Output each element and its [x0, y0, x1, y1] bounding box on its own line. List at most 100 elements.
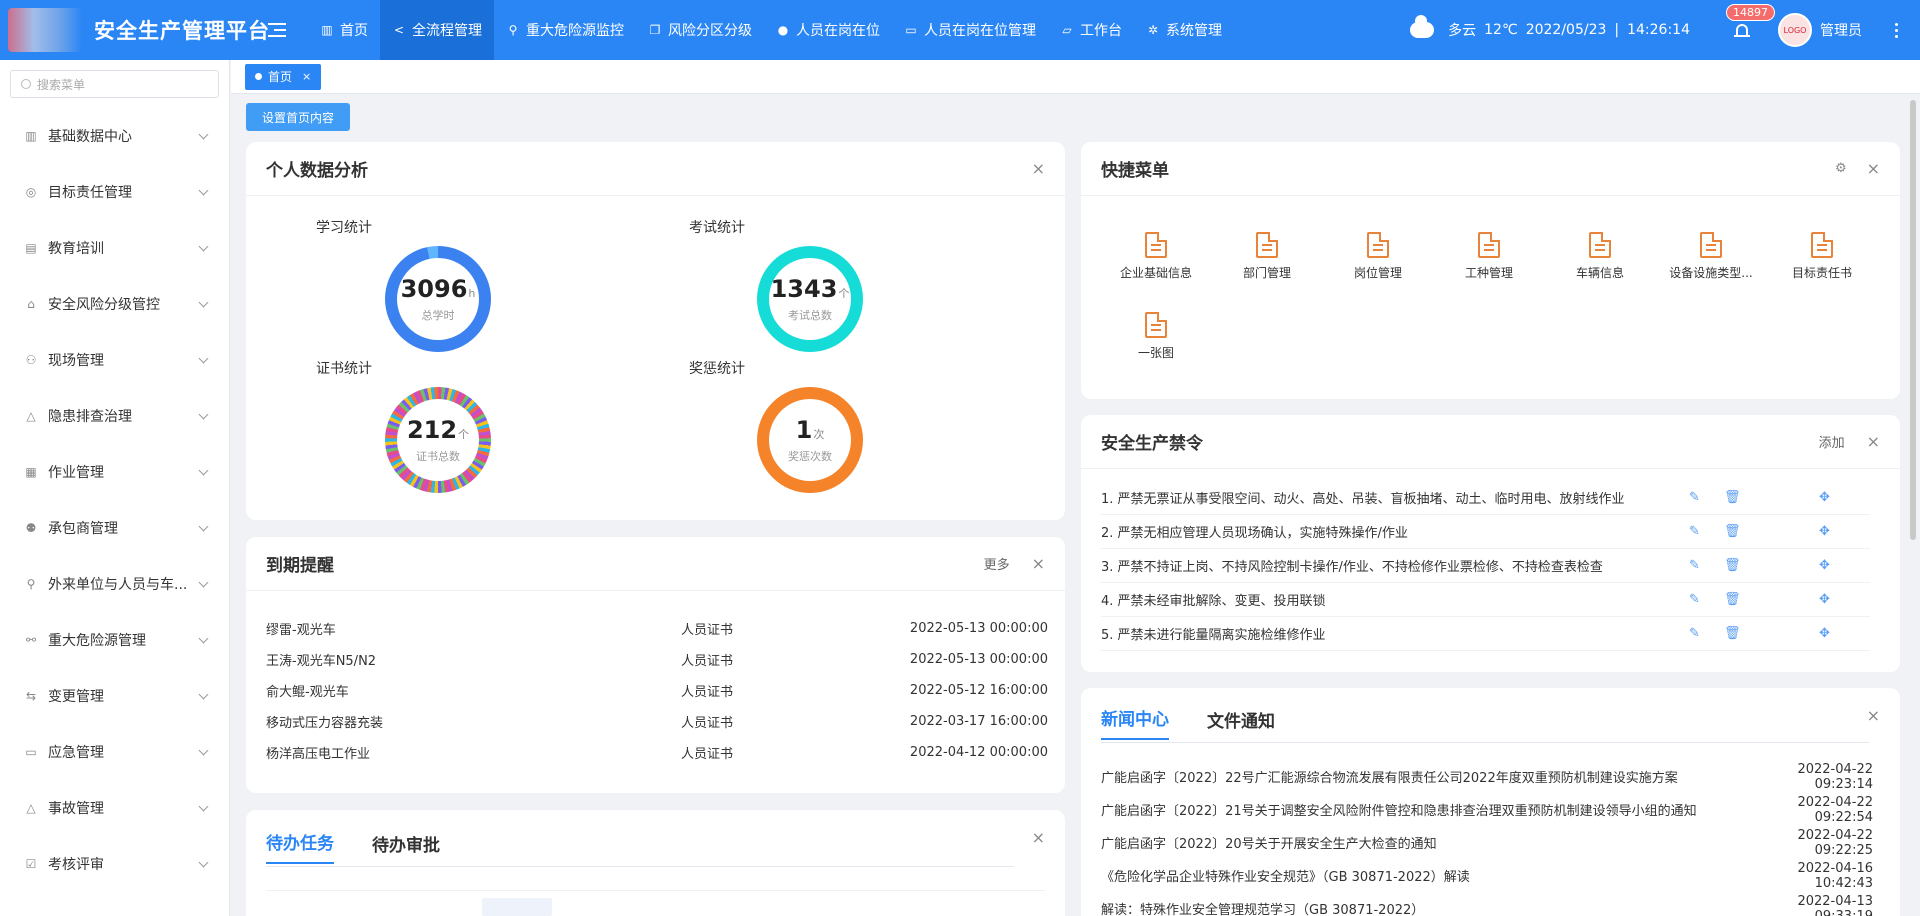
- edit-icon[interactable]: ✎: [1689, 558, 1703, 573]
- sidebar-item-site[interactable]: ⚇ 现场管理: [0, 332, 229, 388]
- user-name[interactable]: 管理员: [1820, 20, 1862, 40]
- page-scrollbar[interactable]: [1910, 100, 1916, 540]
- nav-process[interactable]: < 全流程管理: [380, 0, 494, 60]
- close-icon[interactable]: ×: [1032, 828, 1045, 847]
- page-tab-home[interactable]: 首页 ×: [245, 63, 322, 90]
- edit-icon[interactable]: ✎: [1689, 490, 1703, 505]
- nav-risk-zoning[interactable]: ❐ 风险分区分级: [636, 0, 764, 60]
- chevron-down-icon: [198, 857, 209, 867]
- delete-icon[interactable]: 🗑: [1724, 490, 1741, 505]
- tab-file-notice[interactable]: 文件通知: [1207, 707, 1275, 740]
- move-icon[interactable]: ✥: [1819, 490, 1833, 505]
- close-icon[interactable]: ×: [302, 70, 311, 83]
- sidebar-item-emergency[interactable]: ▭ 应急管理: [0, 724, 229, 780]
- sidebar-item-target[interactable]: ◎ 目标责任管理: [0, 164, 229, 220]
- quick-item-job-type[interactable]: 工种管理: [1434, 232, 1544, 281]
- more-link[interactable]: 更多: [984, 554, 1010, 573]
- nav-hazard-monitor[interactable]: ⚲ 重大危险源监控: [494, 0, 636, 60]
- document-icon: [1367, 232, 1389, 258]
- quick-item-department[interactable]: 部门管理: [1212, 232, 1322, 281]
- tab-news-center[interactable]: 新闻中心: [1101, 705, 1169, 740]
- close-icon[interactable]: ×: [1032, 554, 1045, 573]
- sidebar-item-change[interactable]: ⇆ 变更管理: [0, 668, 229, 724]
- sidebar-item-major-hazard[interactable]: ⚯ 重大危险源管理: [0, 612, 229, 668]
- table-row[interactable]: 王涛-观光车N5/N2 人员证书 2022-05-13 00:00:00: [266, 644, 1048, 675]
- placeholder-block: [482, 898, 552, 916]
- tab-todo-approval[interactable]: 待办审批: [372, 831, 440, 864]
- nav-staff-onduty-manage[interactable]: ▭ 人员在岗在位管理: [892, 0, 1048, 60]
- search-input[interactable]: 搜索菜单: [10, 70, 219, 98]
- quick-item-vehicle[interactable]: 车辆信息: [1545, 232, 1655, 281]
- sidebar-item-assessment[interactable]: ☑ 考核评审: [0, 836, 229, 892]
- quick-item-one-map[interactable]: 一张图: [1101, 312, 1211, 361]
- move-icon[interactable]: ✥: [1819, 592, 1833, 607]
- quick-item-enterprise-info[interactable]: 企业基础信息: [1101, 232, 1211, 281]
- list-item: 2. 严禁无相应管理人员现场确认，实施特殊操作/作业 ✎ 🗑 ✥: [1101, 515, 1870, 549]
- app-title: 安全生产管理平台: [94, 19, 270, 43]
- sidebar-item-basic-data[interactable]: ▥ 基础数据中心: [0, 108, 229, 164]
- quick-item-equipment-type[interactable]: 设备设施类型...: [1656, 232, 1766, 281]
- chevron-down-icon: [198, 129, 209, 139]
- cert-value: 212: [406, 415, 458, 444]
- gear-icon[interactable]: ⚙: [1835, 161, 1847, 176]
- sidebar-item-contractor[interactable]: ⚉ 承包商管理: [0, 500, 229, 556]
- delete-icon[interactable]: 🗑: [1724, 592, 1741, 607]
- close-icon[interactable]: ×: [1867, 159, 1880, 178]
- set-homepage-button[interactable]: 设置首页内容: [246, 103, 351, 131]
- sidebar-item-risk-control[interactable]: ⌂ 安全风险分级管控: [0, 276, 229, 332]
- table-row[interactable]: 缪雷-观光车 人员证书 2022-05-13 00:00:00: [266, 613, 1048, 644]
- list-item[interactable]: 《危险化学品企业特殊作业安全规范》（GB 30871-2022）解读 2022-0…: [1101, 859, 1873, 892]
- edit-icon[interactable]: ✎: [1689, 626, 1703, 641]
- temperature: 12℃: [1484, 22, 1518, 38]
- table-row[interactable]: 俞大鲲-观光车 人员证书 2022-05-12 16:00:00: [266, 675, 1048, 706]
- reward-stat-label: 奖惩统计: [689, 361, 745, 377]
- sidebar-item-accident[interactable]: △ 事故管理: [0, 780, 229, 836]
- delete-icon[interactable]: 🗑: [1724, 524, 1741, 539]
- list-item[interactable]: 广能启函字〔2022〕20号关于开展安全生产大检查的通知 2022-04-22 0…: [1101, 826, 1873, 859]
- avatar[interactable]: LOGO: [1778, 13, 1812, 47]
- sidebar-item-external[interactable]: ⚲ 外来单位与人员与车...: [0, 556, 229, 612]
- table-row[interactable]: 杨洋高压电工作业 人员证书 2022-04-12 00:00:00: [266, 737, 1048, 768]
- notification-bell[interactable]: 14897: [1726, 4, 1775, 40]
- network-icon: ⚯: [25, 633, 37, 647]
- close-icon[interactable]: ×: [1867, 706, 1880, 725]
- delete-icon[interactable]: 🗑: [1724, 626, 1741, 641]
- list-item[interactable]: 广能启函字〔2022〕21号关于调整安全风险附件管控和隐患排查治理双重预防机制建…: [1101, 793, 1873, 826]
- more-menu-icon[interactable]: [1886, 22, 1906, 38]
- hierarchy-icon: ⚲: [26, 577, 36, 591]
- edit-icon[interactable]: ✎: [1689, 592, 1703, 607]
- nav-system[interactable]: ✲ 系统管理: [1134, 0, 1234, 60]
- list-item[interactable]: 解读：特殊作业安全管理规范学习（GB 30871-2022） 2022-04-13…: [1101, 892, 1873, 916]
- card-title: 安全生产禁令: [1101, 434, 1203, 454]
- sidebar-item-operation[interactable]: ▦ 作业管理: [0, 444, 229, 500]
- nav-staff-onduty[interactable]: ● 人员在岗在位: [764, 0, 892, 60]
- list-item: 4. 严禁未经审批解除、变更、投用联锁 ✎ 🗑 ✥: [1101, 583, 1870, 617]
- date: 2022/05/23: [1525, 22, 1607, 38]
- move-icon[interactable]: ✥: [1819, 558, 1833, 573]
- user-manage-icon: ⚉: [25, 521, 37, 535]
- warning-icon: △: [26, 801, 36, 815]
- app-logo[interactable]: 安全生产管理平台: [0, 0, 270, 60]
- news-tabs: 新闻中心 文件通知: [1101, 700, 1313, 740]
- nav-home[interactable]: ▥ 首页: [308, 0, 380, 60]
- sidebar-item-education[interactable]: ▤ 教育培训: [0, 220, 229, 276]
- close-icon[interactable]: ×: [1032, 159, 1045, 178]
- table-row[interactable]: 移动式压力容器充装 人员证书 2022-03-17 16:00:00: [266, 706, 1048, 737]
- move-icon[interactable]: ✥: [1819, 626, 1833, 641]
- reward-ring: 1次 奖惩次数: [757, 387, 863, 493]
- delete-icon[interactable]: 🗑: [1724, 558, 1741, 573]
- edit-icon[interactable]: ✎: [1689, 524, 1703, 539]
- tab-todo-tasks[interactable]: 待办任务: [266, 829, 334, 864]
- collapse-menu-button[interactable]: [262, 0, 292, 60]
- quick-item-position[interactable]: 岗位管理: [1323, 232, 1433, 281]
- close-icon[interactable]: ×: [1867, 432, 1880, 451]
- sidebar-item-hazard[interactable]: △ 隐患排查治理: [0, 388, 229, 444]
- add-button[interactable]: 添加: [1819, 432, 1845, 451]
- document-icon: [1256, 232, 1278, 258]
- move-icon[interactable]: ✥: [1819, 524, 1833, 539]
- nav-workbench[interactable]: ▱ 工作台: [1048, 0, 1134, 60]
- todo-tabs: 待办任务 待办审批: [266, 824, 478, 864]
- document-icon: [1145, 312, 1167, 338]
- list-item[interactable]: 广能启函字〔2022〕22号广汇能源综合物流发展有限责任公司2022年度双重预防…: [1101, 760, 1873, 793]
- quick-item-target-letter[interactable]: 目标责任书: [1767, 232, 1877, 281]
